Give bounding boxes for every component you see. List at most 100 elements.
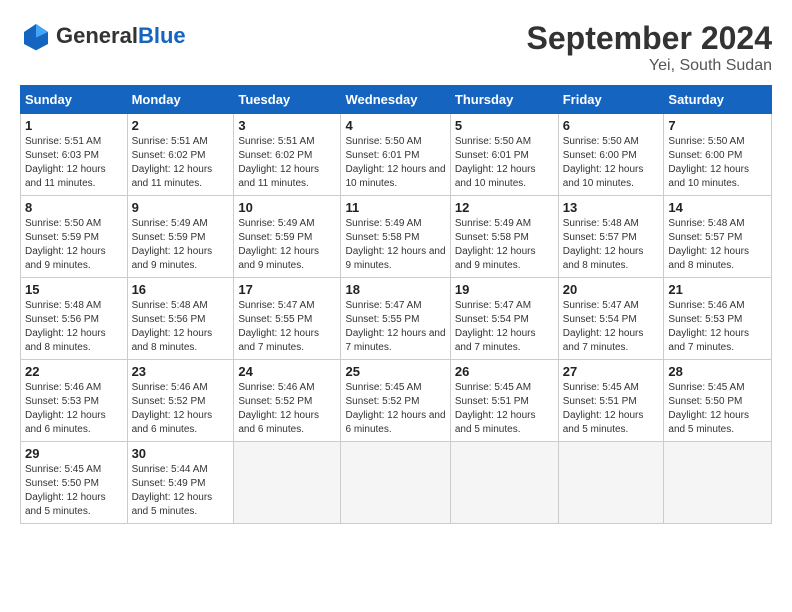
day-info: Sunrise: 5:45 AM Sunset: 5:50 PM Dayligh…: [25, 463, 123, 519]
day-number: 4: [345, 118, 445, 133]
calendar-cell: 14 Sunrise: 5:48 AM Sunset: 5:57 PM Dayli…: [664, 196, 772, 278]
calendar-cell: 30 Sunrise: 5:44 AM Sunset: 5:49 PM Dayli…: [127, 442, 234, 524]
calendar-cell: 15 Sunrise: 5:48 AM Sunset: 5:56 PM Dayli…: [21, 278, 128, 360]
day-info: Sunrise: 5:51 AM Sunset: 6:02 PM Dayligh…: [238, 135, 336, 191]
calendar-cell: [664, 442, 772, 524]
calendar-cell: 24 Sunrise: 5:46 AM Sunset: 5:52 PM Dayli…: [234, 360, 341, 442]
col-sunday: Sunday: [21, 86, 128, 114]
logo: GeneralBlue: [20, 20, 186, 52]
day-number: 28: [668, 364, 767, 379]
calendar-cell: 23 Sunrise: 5:46 AM Sunset: 5:52 PM Dayli…: [127, 360, 234, 442]
calendar-cell: 7 Sunrise: 5:50 AM Sunset: 6:00 PM Daylig…: [664, 114, 772, 196]
day-number: 18: [345, 282, 445, 297]
day-info: Sunrise: 5:47 AM Sunset: 5:54 PM Dayligh…: [455, 299, 554, 355]
day-number: 13: [563, 200, 660, 215]
calendar-header-row: Sunday Monday Tuesday Wednesday Thursday…: [21, 86, 772, 114]
calendar-cell: 18 Sunrise: 5:47 AM Sunset: 5:55 PM Dayli…: [341, 278, 450, 360]
calendar-cell: 10Sunrise: 5:49 AM Sunset: 5:59 PM Dayli…: [234, 196, 341, 278]
day-info: Sunrise: 5:47 AM Sunset: 5:54 PM Dayligh…: [563, 299, 660, 355]
day-info: Sunrise: 5:50 AM Sunset: 6:00 PM Dayligh…: [563, 135, 660, 191]
day-info: Sunrise: 5:48 AM Sunset: 5:57 PM Dayligh…: [668, 217, 767, 273]
col-wednesday: Wednesday: [341, 86, 450, 114]
day-info: Sunrise: 5:46 AM Sunset: 5:52 PM Dayligh…: [238, 381, 336, 437]
day-number: 7: [668, 118, 767, 133]
day-info: Sunrise: 5:45 AM Sunset: 5:50 PM Dayligh…: [668, 381, 767, 437]
calendar-cell: 19 Sunrise: 5:47 AM Sunset: 5:54 PM Dayli…: [450, 278, 558, 360]
day-info: Sunrise: 5:50 AM Sunset: 6:01 PM Dayligh…: [455, 135, 554, 191]
calendar-cell: [450, 442, 558, 524]
calendar-cell: 29 Sunrise: 5:45 AM Sunset: 5:50 PM Dayli…: [21, 442, 128, 524]
calendar-cell: 1Sunrise: 5:51 AM Sunset: 6:03 PM Daylig…: [21, 114, 128, 196]
day-info: Sunrise: 5:51 AM Sunset: 6:02 PM Dayligh…: [132, 135, 230, 191]
day-number: 27: [563, 364, 660, 379]
calendar-cell: 22 Sunrise: 5:46 AM Sunset: 5:53 PM Dayli…: [21, 360, 128, 442]
day-number: 23: [132, 364, 230, 379]
day-number: 22: [25, 364, 123, 379]
calendar-cell: 13 Sunrise: 5:48 AM Sunset: 5:57 PM Dayli…: [558, 196, 664, 278]
day-number: 15: [25, 282, 123, 297]
calendar-cell: 27 Sunrise: 5:45 AM Sunset: 5:51 PM Dayli…: [558, 360, 664, 442]
day-number: 30: [132, 446, 230, 461]
calendar-week-row: 1Sunrise: 5:51 AM Sunset: 6:03 PM Daylig…: [21, 114, 772, 196]
calendar-week-row: 22 Sunrise: 5:46 AM Sunset: 5:53 PM Dayli…: [21, 360, 772, 442]
calendar-cell: 16Sunrise: 5:48 AM Sunset: 5:56 PM Dayli…: [127, 278, 234, 360]
day-number: 12: [455, 200, 554, 215]
col-saturday: Saturday: [664, 86, 772, 114]
calendar-table: Sunday Monday Tuesday Wednesday Thursday…: [20, 85, 772, 524]
day-number: 16: [132, 282, 230, 297]
day-number: 11: [345, 200, 445, 215]
logo-icon: [20, 20, 52, 52]
day-info: Sunrise: 5:47 AM Sunset: 5:55 PM Dayligh…: [238, 299, 336, 355]
calendar-cell: 17 Sunrise: 5:47 AM Sunset: 5:55 PM Dayli…: [234, 278, 341, 360]
calendar-cell: 26 Sunrise: 5:45 AM Sunset: 5:51 PM Dayli…: [450, 360, 558, 442]
location-subtitle: Yei, South Sudan: [527, 57, 772, 75]
day-number: 14: [668, 200, 767, 215]
calendar-cell: 25 Sunrise: 5:45 AM Sunset: 5:52 PM Dayli…: [341, 360, 450, 442]
day-info: Sunrise: 5:45 AM Sunset: 5:51 PM Dayligh…: [563, 381, 660, 437]
page-header: GeneralBlue September 2024 Yei, South Su…: [20, 20, 772, 75]
calendar-cell: 21 Sunrise: 5:46 AM Sunset: 5:53 PM Dayli…: [664, 278, 772, 360]
calendar-cell: 11 Sunrise: 5:49 AM Sunset: 5:58 PM Dayli…: [341, 196, 450, 278]
day-number: 6: [563, 118, 660, 133]
month-title: September 2024: [527, 20, 772, 57]
day-info: Sunrise: 5:49 AM Sunset: 5:59 PM Dayligh…: [132, 217, 230, 273]
calendar-week-row: 15 Sunrise: 5:48 AM Sunset: 5:56 PM Dayli…: [21, 278, 772, 360]
day-number: 24: [238, 364, 336, 379]
day-info: Sunrise: 5:50 AM Sunset: 6:01 PM Dayligh…: [345, 135, 445, 191]
day-number: 20: [563, 282, 660, 297]
day-number: 19: [455, 282, 554, 297]
day-info: Sunrise: 5:48 AM Sunset: 5:57 PM Dayligh…: [563, 217, 660, 273]
day-number: 21: [668, 282, 767, 297]
day-number: 29: [25, 446, 123, 461]
calendar-cell: [234, 442, 341, 524]
day-info: Sunrise: 5:47 AM Sunset: 5:55 PM Dayligh…: [345, 299, 445, 355]
day-info: Sunrise: 5:45 AM Sunset: 5:51 PM Dayligh…: [455, 381, 554, 437]
day-number: 5: [455, 118, 554, 133]
day-info: Sunrise: 5:46 AM Sunset: 5:53 PM Dayligh…: [668, 299, 767, 355]
col-friday: Friday: [558, 86, 664, 114]
day-info: Sunrise: 5:45 AM Sunset: 5:52 PM Dayligh…: [345, 381, 445, 437]
day-number: 26: [455, 364, 554, 379]
calendar-cell: 12Sunrise: 5:49 AM Sunset: 5:58 PM Dayli…: [450, 196, 558, 278]
col-monday: Monday: [127, 86, 234, 114]
day-info: Sunrise: 5:48 AM Sunset: 5:56 PM Dayligh…: [25, 299, 123, 355]
day-info: Sunrise: 5:49 AM Sunset: 5:58 PM Dayligh…: [345, 217, 445, 273]
day-info: Sunrise: 5:46 AM Sunset: 5:52 PM Dayligh…: [132, 381, 230, 437]
day-info: Sunrise: 5:51 AM Sunset: 6:03 PM Dayligh…: [25, 135, 123, 191]
calendar-week-row: 29 Sunrise: 5:45 AM Sunset: 5:50 PM Dayli…: [21, 442, 772, 524]
day-number: 3: [238, 118, 336, 133]
calendar-cell: 4 Sunrise: 5:50 AM Sunset: 6:01 PM Daylig…: [341, 114, 450, 196]
logo-general-text: General: [56, 23, 138, 49]
day-info: Sunrise: 5:44 AM Sunset: 5:49 PM Dayligh…: [132, 463, 230, 519]
day-number: 17: [238, 282, 336, 297]
day-number: 10: [238, 200, 336, 215]
logo-blue-text: Blue: [138, 23, 186, 49]
calendar-cell: 6 Sunrise: 5:50 AM Sunset: 6:00 PM Daylig…: [558, 114, 664, 196]
day-info: Sunrise: 5:50 AM Sunset: 6:00 PM Dayligh…: [668, 135, 767, 191]
day-info: Sunrise: 5:46 AM Sunset: 5:53 PM Dayligh…: [25, 381, 123, 437]
day-number: 9: [132, 200, 230, 215]
day-number: 25: [345, 364, 445, 379]
calendar-cell: 28 Sunrise: 5:45 AM Sunset: 5:50 PM Dayli…: [664, 360, 772, 442]
title-block: September 2024 Yei, South Sudan: [527, 20, 772, 75]
calendar-cell: 2Sunrise: 5:51 AM Sunset: 6:02 PM Daylig…: [127, 114, 234, 196]
